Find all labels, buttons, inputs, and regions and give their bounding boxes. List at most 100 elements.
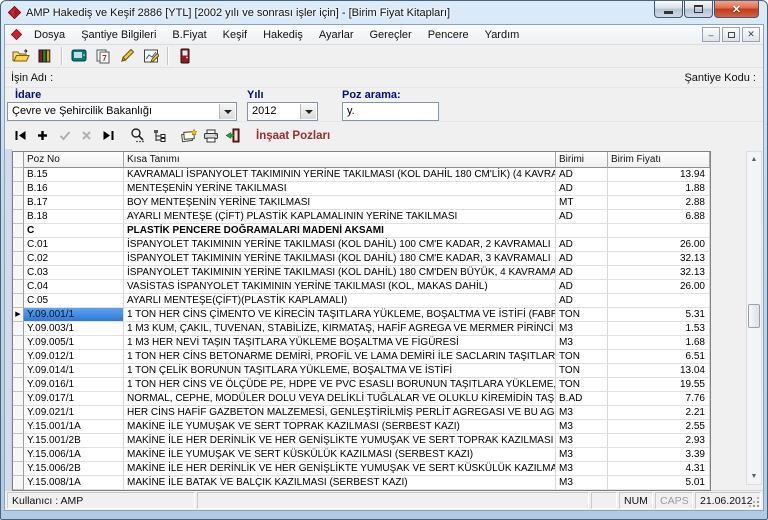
cell-birim[interactable]: TON bbox=[556, 378, 608, 392]
cell-birim[interactable]: M3 bbox=[556, 322, 608, 336]
cell-birim[interactable]: B.AD bbox=[556, 392, 608, 406]
cell-tanim[interactable]: MENTEŞENİN YERİNE TAKILMASI bbox=[124, 182, 556, 196]
cell-fiyat[interactable]: 13.94 bbox=[608, 168, 710, 182]
edit-button[interactable] bbox=[115, 46, 139, 67]
row-selector[interactable] bbox=[13, 434, 24, 448]
post-record-button[interactable] bbox=[54, 126, 75, 146]
cell-tanim[interactable]: 1 M3 KUM, ÇAKIL, TUVENAN, STABİLİZE, KIR… bbox=[124, 322, 556, 336]
display-button[interactable] bbox=[67, 46, 91, 67]
table-row[interactable]: C.04 VASİSTAS İSPANYOLET TAKIMININ YERİN… bbox=[13, 280, 710, 294]
cell-fiyat[interactable]: 19.55 bbox=[608, 378, 710, 392]
cell-poz[interactable]: Y.09.005/1 bbox=[24, 336, 124, 350]
row-selector[interactable] bbox=[13, 168, 24, 182]
table-row[interactable]: B.15 KAVRAMALI İSPANYOLET TAKIMININ YERİ… bbox=[13, 168, 710, 182]
menu-santiye-bilgileri[interactable]: Şantiye Bilgileri bbox=[73, 27, 164, 43]
table-row[interactable]: Y.09.005/1 1 M3 HER NEVİ TAŞIN TAŞITLARA… bbox=[13, 336, 710, 350]
table-row[interactable]: C.05 AYARLI MENTEŞE(ÇİFT)(PLASTİK KAPLAM… bbox=[13, 294, 710, 308]
print-button[interactable] bbox=[200, 126, 221, 146]
cell-tanim[interactable]: PLASTİK PENCERE DOĞRAMALARI MADENİ AKSAM… bbox=[124, 224, 556, 238]
cell-birim[interactable]: AD bbox=[556, 280, 608, 294]
sort-tree-button[interactable] bbox=[149, 126, 170, 146]
close-button[interactable]: ✕ bbox=[714, 1, 759, 18]
header-birim-fiyati[interactable]: Birim Fiyatı bbox=[608, 152, 710, 168]
row-selector[interactable] bbox=[13, 224, 24, 238]
row-selector[interactable] bbox=[13, 378, 24, 392]
exit-button[interactable] bbox=[173, 46, 197, 67]
cell-poz[interactable]: Y.09.021/1 bbox=[24, 406, 124, 420]
table-row[interactable]: C PLASTİK PENCERE DOĞRAMALARI MADENİ AKS… bbox=[13, 224, 710, 238]
cell-tanim[interactable]: MAKİNE İLE YUMUŞAK VE SERT KÜSKÜLÜK KAZI… bbox=[124, 448, 556, 462]
row-selector[interactable] bbox=[13, 462, 24, 476]
cell-tanim[interactable]: 1 TON ÇELİK BORUNUN TAŞITLARA YÜKLEME, B… bbox=[124, 364, 556, 378]
cell-fiyat[interactable]: 2.55 bbox=[608, 420, 710, 434]
cell-poz[interactable]: C.03 bbox=[24, 266, 124, 280]
mdi-restore-button[interactable] bbox=[722, 27, 740, 42]
table-row[interactable]: C.01 İSPANYOLET TAKIMININ YERİNE TAKILMA… bbox=[13, 238, 710, 252]
minimize-button[interactable] bbox=[654, 1, 683, 18]
idare-dropdown-button[interactable] bbox=[219, 104, 235, 119]
cell-poz[interactable]: Y.15.001/1A bbox=[24, 420, 124, 434]
scrollbar-thumb[interactable] bbox=[748, 304, 760, 328]
cell-fiyat[interactable]: 26.00 bbox=[608, 280, 710, 294]
cell-poz[interactable]: B.17 bbox=[24, 196, 124, 210]
cell-poz[interactable]: Y.15.006/2B bbox=[24, 462, 124, 476]
cell-poz[interactable]: Y.15.001/2B bbox=[24, 434, 124, 448]
cell-birim[interactable]: M3 bbox=[556, 406, 608, 420]
menu-gerecler[interactable]: Gereçler bbox=[362, 27, 420, 43]
cell-poz[interactable]: Y.15.008/1A bbox=[24, 476, 124, 490]
row-selector[interactable]: ▶ bbox=[13, 308, 24, 322]
cell-tanim[interactable]: MAKİNE İLE HER DERİNLİK VE HER GENİŞLİKT… bbox=[124, 462, 556, 476]
cell-birim[interactable]: AD bbox=[556, 238, 608, 252]
cell-poz[interactable]: C.02 bbox=[24, 252, 124, 266]
cell-tanim[interactable]: İSPANYOLET TAKIMININ YERİNE TAKILMASI (K… bbox=[124, 238, 556, 252]
cell-fiyat[interactable]: 1.53 bbox=[608, 322, 710, 336]
cell-poz[interactable]: B.16 bbox=[24, 182, 124, 196]
header-poz-no[interactable]: Poz No bbox=[24, 152, 124, 168]
cell-fiyat[interactable]: 32.13 bbox=[608, 252, 710, 266]
cell-birim[interactable]: MT bbox=[556, 196, 608, 210]
scroll-up-icon[interactable]: ▲ bbox=[747, 152, 761, 167]
cell-birim[interactable]: AD bbox=[556, 294, 608, 308]
cell-birim[interactable]: M3 bbox=[556, 420, 608, 434]
table-row[interactable]: Y.15.006/1A MAKİNE İLE YUMUŞAK VE SERT K… bbox=[13, 448, 710, 462]
cell-fiyat[interactable]: 7.76 bbox=[608, 392, 710, 406]
cell-poz[interactable]: Y.09.001/1 bbox=[24, 308, 124, 322]
cell-tanim[interactable]: AYARLI MENTEŞE(ÇİFT)(PLASTİK KAPLAMALI) bbox=[124, 294, 556, 308]
table-row[interactable]: B.17 BOY MENTEŞENİN YERİNE TAKILMASI MT … bbox=[13, 196, 710, 210]
menu-hakedis[interactable]: Hakediş bbox=[255, 27, 311, 43]
cell-fiyat[interactable]: 2.93 bbox=[608, 434, 710, 448]
cell-birim[interactable]: AD bbox=[556, 266, 608, 280]
table-row[interactable]: B.16 MENTEŞENİN YERİNE TAKILMASI AD 1.88 bbox=[13, 182, 710, 196]
table-row[interactable]: Y.15.001/1A MAKİNE İLE YUMUŞAK VE SERT T… bbox=[13, 420, 710, 434]
header-kisa-tanimi[interactable]: Kısa Tanımı bbox=[124, 152, 556, 168]
menu-ayarlar[interactable]: Ayarlar bbox=[311, 27, 362, 43]
cell-birim[interactable]: TON bbox=[556, 350, 608, 364]
table-row[interactable]: Y.15.006/2B MAKİNE İLE HER DERİNLİK VE H… bbox=[13, 462, 710, 476]
cell-tanim[interactable]: MAKİNE İLE HER DERİNLİK VE HER GENİŞLİKT… bbox=[124, 434, 556, 448]
cancel-record-button[interactable] bbox=[76, 126, 97, 146]
first-record-button[interactable] bbox=[10, 126, 31, 146]
yili-dropdown-button[interactable] bbox=[300, 104, 316, 119]
row-selector[interactable] bbox=[13, 252, 24, 266]
row-selector[interactable] bbox=[13, 280, 24, 294]
cell-birim[interactable]: M3 bbox=[556, 434, 608, 448]
cell-poz[interactable]: Y.09.014/1 bbox=[24, 364, 124, 378]
copy-records-button[interactable] bbox=[178, 126, 199, 146]
cell-tanim[interactable]: MAKİNE İLE BATAK VE BALÇIK KAZILMASI (SE… bbox=[124, 476, 556, 490]
row-selector[interactable] bbox=[13, 182, 24, 196]
cell-tanim[interactable]: 1 TON HER CİNS ÇİMENTO VE KİRECİN TAŞITL… bbox=[124, 308, 556, 322]
menu-bfiyat[interactable]: B.Fiyat bbox=[164, 27, 214, 43]
row-selector[interactable] bbox=[13, 350, 24, 364]
cell-fiyat[interactable]: 6.88 bbox=[608, 210, 710, 224]
row-selector[interactable] bbox=[13, 322, 24, 336]
cell-poz[interactable]: C bbox=[24, 224, 124, 238]
row-selector[interactable] bbox=[13, 476, 24, 490]
cell-fiyat[interactable]: 5.31 bbox=[608, 308, 710, 322]
maximize-button[interactable] bbox=[684, 1, 713, 18]
cell-fiyat[interactable]: 3.39 bbox=[608, 448, 710, 462]
cell-poz[interactable]: C.05 bbox=[24, 294, 124, 308]
table-row[interactable]: Y.09.014/1 1 TON ÇELİK BORUNUN TAŞITLARA… bbox=[13, 364, 710, 378]
scroll-down-icon[interactable]: ▼ bbox=[747, 469, 761, 484]
cell-fiyat[interactable]: 2.21 bbox=[608, 406, 710, 420]
table-row[interactable]: C.02 İSPANYOLET TAKIMININ YERİNE TAKILMA… bbox=[13, 252, 710, 266]
